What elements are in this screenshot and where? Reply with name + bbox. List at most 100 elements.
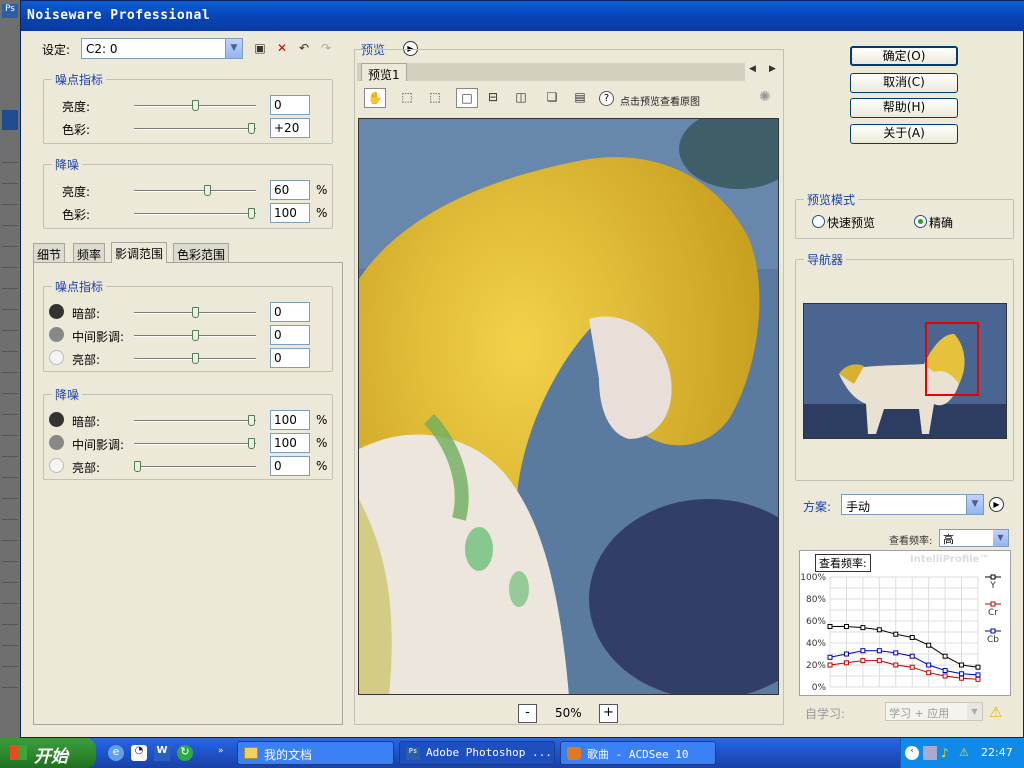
data-point <box>926 662 932 668</box>
midtone-input[interactable]: 0 <box>270 325 310 345</box>
midtone-label: 中间影调: <box>72 438 125 452</box>
tray-expand-icon[interactable]: ‹ <box>905 746 919 760</box>
save-icon[interactable]: ▣ <box>249 39 271 59</box>
slider-thumb[interactable] <box>248 123 255 134</box>
word-icon[interactable]: W <box>154 745 170 761</box>
navigator-viewport[interactable] <box>925 322 979 396</box>
network-icon[interactable] <box>923 746 937 760</box>
delete-icon[interactable]: ✕ <box>271 39 293 59</box>
slider-thumb[interactable] <box>248 208 255 219</box>
tab-tonal-range[interactable]: 影调范围 <box>111 242 168 263</box>
shadow-input[interactable]: 100 <box>270 410 310 430</box>
alert-icon[interactable]: ⚠ <box>959 746 973 760</box>
zoom-out-button[interactable]: - <box>518 704 537 723</box>
slider-thumb[interactable] <box>192 307 199 318</box>
ie-icon[interactable]: e <box>108 745 124 761</box>
redo-icon[interactable]: ↷ <box>315 39 337 59</box>
accurate-radio[interactable] <box>914 215 927 228</box>
folder-icon <box>244 747 258 759</box>
slider-thumb[interactable] <box>248 438 255 449</box>
slider-thumb[interactable] <box>192 330 199 341</box>
undo-icon[interactable]: ↶ <box>293 39 315 59</box>
brightness-input[interactable]: 60 <box>270 180 310 200</box>
midtone-slider[interactable] <box>134 438 256 449</box>
y-tick-label: 20% <box>806 661 826 671</box>
preview-option-icon[interactable]: ▤ <box>569 88 591 108</box>
single-view-icon[interactable]: □ <box>456 88 478 108</box>
task-acdsee[interactable]: 歌曲 - ACDSee 10 <box>560 741 716 765</box>
data-point <box>926 670 932 676</box>
slider-thumb[interactable] <box>134 461 141 472</box>
system-tray: ‹ ♪ ⚠ 22:47 <box>900 738 1024 768</box>
tool-list[interactable] <box>2 142 18 702</box>
highlight-input[interactable]: 0 <box>270 456 310 476</box>
slider-thumb[interactable] <box>204 185 211 196</box>
chevron-down-icon[interactable]: ▼ <box>966 495 983 514</box>
start-button[interactable]: 开始 <box>0 738 96 768</box>
brightness-input[interactable]: 0 <box>270 95 310 115</box>
add-selection-icon[interactable]: ⬚ <box>424 88 446 108</box>
tonal-denoise-group: 降噪 暗部: 100 % 中间影调: 100 % 亮部: 0 % <box>43 386 333 480</box>
new-preview-icon[interactable]: ❏ <box>541 88 563 108</box>
chevron-down-icon[interactable]: ▼ <box>967 703 982 720</box>
cancel-button[interactable]: 取消(C) <box>850 73 958 93</box>
busy-icon: ✺ <box>759 89 771 105</box>
shadow-slider[interactable] <box>134 307 256 318</box>
data-point <box>843 651 849 657</box>
shadow-input[interactable]: 0 <box>270 302 310 322</box>
midtone-label: 中间影调: <box>72 330 125 344</box>
slider-thumb[interactable] <box>192 100 199 111</box>
slider-thumb[interactable] <box>192 353 199 364</box>
move-tool-icon[interactable] <box>2 110 18 130</box>
ok-button[interactable]: 确定(O) <box>850 46 958 66</box>
fast-preview-radio[interactable] <box>812 215 825 228</box>
brightness-slider[interactable] <box>134 185 256 196</box>
legend-label: Cr <box>988 608 998 618</box>
tab-next-icon[interactable]: ▶ <box>769 64 776 74</box>
refresh-icon[interactable]: ↻ <box>177 745 193 761</box>
help-icon[interactable]: ? <box>599 91 614 106</box>
explorer-icon[interactable]: ◔ <box>131 745 147 761</box>
tab-detail[interactable]: 细节 <box>33 243 66 262</box>
about-button[interactable]: 关于(A) <box>850 124 958 144</box>
color-input[interactable]: 100 <box>270 203 310 223</box>
preview-image[interactable] <box>358 118 779 695</box>
color-slider[interactable] <box>134 208 256 219</box>
tab-frequency[interactable]: 频率 <box>73 243 106 262</box>
data-point <box>975 664 981 670</box>
chevron-down-icon[interactable]: ▼ <box>993 530 1008 546</box>
profile-menu-icon[interactable]: ▶ <box>989 497 1004 512</box>
self-learn-select[interactable]: 学习 + 应用 ▼ <box>885 702 983 721</box>
task-my-documents[interactable]: 我的文档 <box>237 741 394 765</box>
brightness-slider[interactable] <box>134 100 256 111</box>
help-button[interactable]: 帮助(H) <box>850 98 958 118</box>
slider-thumb[interactable] <box>248 415 255 426</box>
preview-tab[interactable]: 预览1 <box>361 63 407 82</box>
data-point <box>860 658 866 664</box>
highlight-slider[interactable] <box>134 353 256 364</box>
marquee-icon[interactable]: ⬚ <box>396 88 418 108</box>
profile-select[interactable]: 手动 ▼ <box>841 494 984 515</box>
navigator-thumbnail[interactable] <box>803 303 1007 439</box>
volume-icon[interactable]: ♪ <box>941 746 955 760</box>
hand-tool-icon[interactable]: ✋ <box>364 88 386 108</box>
midtone-input[interactable]: 100 <box>270 433 310 453</box>
highlight-input[interactable]: 0 <box>270 348 310 368</box>
freq-select[interactable]: 高 ▼ <box>939 529 1009 547</box>
expand-icon[interactable]: » <box>218 746 224 756</box>
tab-prev-icon[interactable]: ◀ <box>749 64 756 74</box>
settings-select[interactable]: C2: 0 ▼ <box>81 38 243 59</box>
tab-color-range[interactable]: 色彩范围 <box>173 243 230 262</box>
split-horizontal-icon[interactable]: ⊟ <box>482 88 504 108</box>
data-point <box>893 650 899 656</box>
highlight-slider[interactable] <box>134 461 256 472</box>
chevron-down-icon[interactable]: ▼ <box>225 39 242 58</box>
color-slider[interactable] <box>134 123 256 134</box>
zoom-in-button[interactable]: + <box>599 704 618 723</box>
shadow-slider[interactable] <box>134 415 256 426</box>
task-photoshop[interactable]: Ps Adobe Photoshop ... <box>399 741 555 765</box>
midtone-slider[interactable] <box>134 330 256 341</box>
split-vertical-icon[interactable]: ◫ <box>510 88 532 108</box>
data-point <box>909 635 915 640</box>
color-input[interactable]: +20 <box>270 118 310 138</box>
